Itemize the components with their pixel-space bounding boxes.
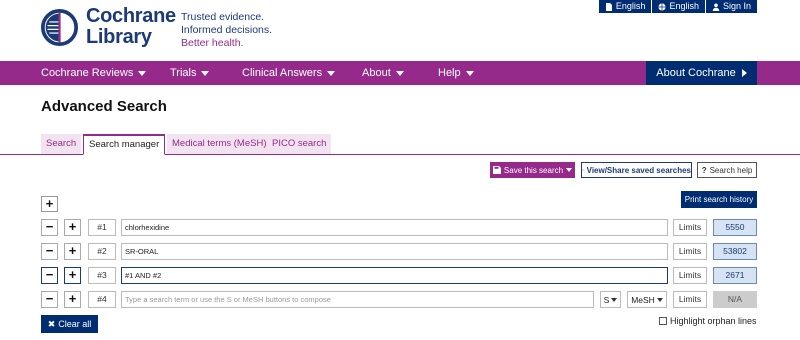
highlight-orphan-label: Highlight orphan lines: [670, 316, 757, 326]
search-help-button[interactable]: ? Search help: [697, 162, 757, 178]
hits-count[interactable]: 5550: [713, 219, 757, 236]
caret-down-icon: [327, 70, 336, 76]
utility-bar: English English Sign In: [598, 0, 757, 13]
globe-icon: [658, 2, 667, 11]
search-row-4: − + #4 Type a search term or use the S o…: [0, 291, 800, 309]
line-number: #2: [88, 243, 116, 260]
hits-count: N/A: [713, 291, 757, 308]
cochrane-logo[interactable]: Cochrane Library: [41, 6, 176, 48]
search-help-label: Search help: [709, 165, 753, 175]
search-term-input[interactable]: SR-ORAL: [121, 243, 668, 260]
caret-down-icon: [656, 297, 663, 302]
search-row-2: − + #2 SR-ORAL Limits 53802: [0, 243, 800, 261]
caret-down-icon: [138, 70, 147, 76]
s-builder-button[interactable]: S: [600, 291, 621, 308]
page-title: Advanced Search: [41, 98, 167, 115]
mesh-button-label: MeSH: [631, 294, 655, 305]
language-link-1[interactable]: English: [599, 0, 652, 13]
about-cochrane-button[interactable]: About Cochrane: [646, 61, 757, 85]
save-search-button[interactable]: Save this search: [490, 162, 575, 178]
tagline-line-2: Informed decisions.: [181, 24, 273, 36]
mesh-builder-button[interactable]: MeSH: [627, 291, 667, 308]
remove-line-button[interactable]: −: [41, 291, 58, 308]
user-icon: [712, 3, 720, 11]
logo-line-2: Library: [86, 26, 152, 48]
language-label-1: English: [615, 1, 646, 11]
nav-label: Help: [438, 67, 461, 79]
limits-button[interactable]: Limits: [673, 267, 707, 284]
eye-icon: [582, 169, 584, 171]
clear-all-label: Clear all: [58, 319, 92, 329]
tagline-line-1: Trusted evidence.: [181, 11, 265, 23]
print-history-button[interactable]: Print search history: [681, 191, 757, 208]
hits-count[interactable]: 2671: [713, 267, 757, 284]
nav-cochrane-reviews[interactable]: Cochrane Reviews: [41, 61, 147, 85]
s-button-label: S: [603, 294, 610, 305]
question-icon: ?: [701, 165, 707, 175]
add-line-button[interactable]: +: [64, 243, 81, 260]
highlight-orphan-checkbox[interactable]: [659, 317, 667, 325]
clear-all-button[interactable]: ✖ Clear all: [41, 315, 98, 333]
nav-clinical-answers[interactable]: Clinical Answers: [242, 61, 336, 85]
view-share-button[interactable]: View/Share saved searches: [581, 162, 692, 178]
limits-button[interactable]: Limits: [673, 219, 707, 236]
sign-in-link[interactable]: Sign In: [704, 0, 757, 13]
nav-about[interactable]: About: [362, 61, 404, 85]
line-number: #4: [88, 291, 116, 308]
hits-count[interactable]: 53802: [713, 243, 757, 260]
logo-line-1: Cochrane: [86, 5, 176, 27]
limits-button[interactable]: Limits: [673, 243, 707, 260]
highlight-orphan-toggle[interactable]: Highlight orphan lines: [659, 316, 757, 326]
view-share-label: View/Share saved searches: [586, 165, 691, 175]
caret-down-icon: [201, 70, 210, 76]
search-term-input[interactable]: chlorhexidine: [121, 219, 668, 236]
tab-search[interactable]: Search: [41, 134, 82, 154]
caret-down-icon: [611, 297, 618, 302]
nav-label: Cochrane Reviews: [41, 67, 134, 79]
tab-search-manager[interactable]: Search manager: [83, 134, 166, 155]
tagline-line-3: Better health.: [181, 37, 244, 49]
line-number: #3: [88, 267, 116, 284]
document-icon: [605, 2, 612, 11]
save-icon: [492, 166, 501, 174]
limits-button[interactable]: Limits: [673, 291, 707, 308]
tab-pico-search[interactable]: PICO search: [267, 134, 332, 154]
search-term-input[interactable]: Type a search term or use the S or MeSH …: [121, 291, 594, 308]
add-line-button[interactable]: +: [64, 219, 81, 236]
search-term-input[interactable]: #1 AND #2: [121, 267, 668, 284]
caret-down-icon: [465, 70, 474, 76]
cochrane-logo-icon: [41, 8, 78, 46]
sign-in-label: Sign In: [722, 1, 751, 11]
caret-right-icon: [741, 69, 747, 77]
add-line-button[interactable]: +: [64, 291, 81, 308]
nav-label: About: [362, 67, 391, 79]
nav-label: Clinical Answers: [242, 67, 323, 79]
line-number: #1: [88, 219, 116, 236]
caret-down-icon: [566, 168, 573, 172]
save-search-label: Save this search: [503, 165, 564, 175]
remove-line-button[interactable]: −: [41, 219, 58, 236]
close-icon: ✖: [47, 318, 56, 329]
about-cochrane-label: About Cochrane: [656, 67, 736, 79]
nav-help[interactable]: Help: [438, 61, 474, 85]
tagline: Trusted evidence. Informed decisions. Be…: [181, 11, 272, 50]
add-line-button[interactable]: +: [41, 196, 58, 212]
caret-down-icon: [395, 70, 404, 76]
remove-line-button[interactable]: −: [41, 243, 58, 260]
tab-medical-terms[interactable]: Medical terms (MeSH): [167, 134, 272, 154]
nav-trials[interactable]: Trials: [170, 61, 210, 85]
add-line-button[interactable]: +: [64, 267, 81, 284]
nav-label: Trials: [170, 67, 197, 79]
language-label-2: English: [669, 1, 699, 11]
search-row-3: − + #3 #1 AND #2 Limits 2671: [0, 267, 800, 285]
language-link-2[interactable]: English: [651, 0, 705, 13]
search-row-1: − + #1 chlorhexidine Limits 5550: [0, 219, 800, 237]
remove-line-button[interactable]: −: [41, 267, 58, 284]
